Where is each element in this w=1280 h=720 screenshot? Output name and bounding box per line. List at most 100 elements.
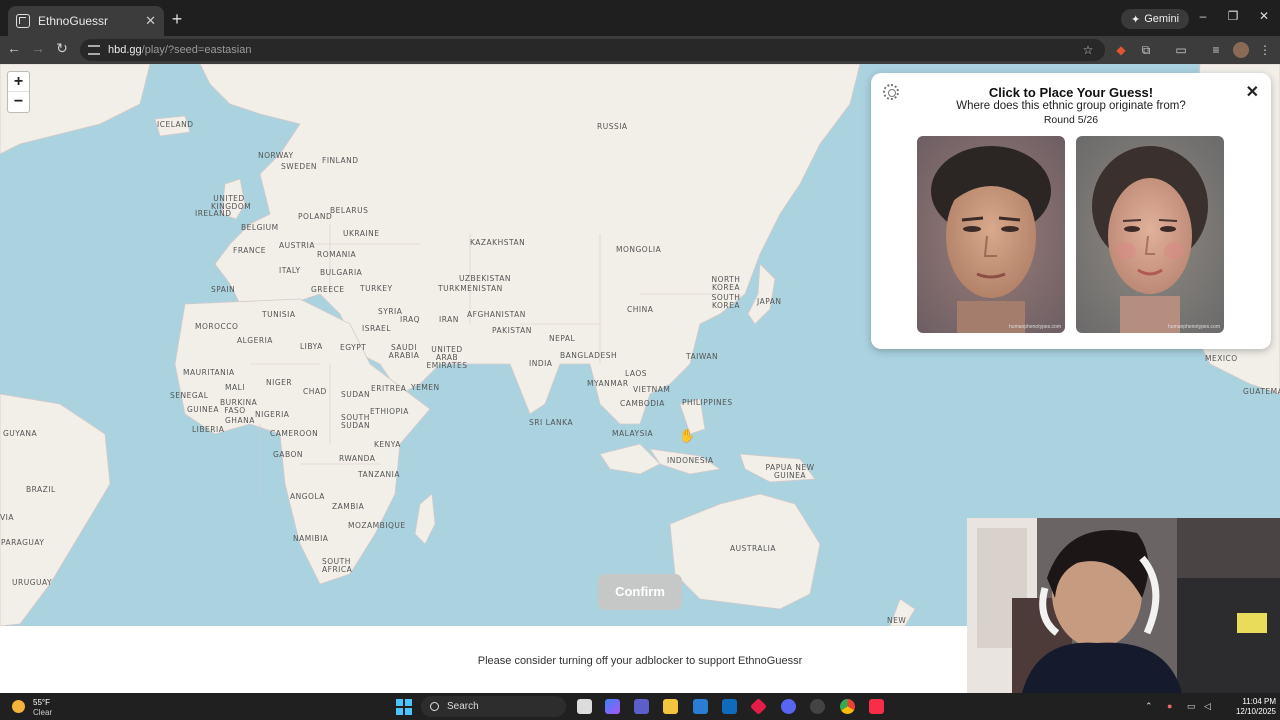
map-label: SPAIN xyxy=(211,285,236,294)
url-path: /play/?seed=eastasian xyxy=(141,44,252,56)
chrome-icon[interactable] xyxy=(840,699,855,714)
red-app-icon[interactable] xyxy=(750,698,767,715)
sparkle-icon: ✦ xyxy=(1131,13,1141,26)
map-label: SOUTH KOREA xyxy=(711,293,741,310)
map-label: YEMEN xyxy=(411,383,440,392)
map-label: TUNISIA xyxy=(262,310,296,319)
map-label: GREECE xyxy=(311,285,345,294)
map-label: ALGERIA xyxy=(237,336,273,345)
face-credit: humanphenotypes.com xyxy=(1168,324,1220,330)
restore-button[interactable]: ❐ xyxy=(1223,9,1243,23)
bookmark-star-icon[interactable]: ☆ xyxy=(1080,42,1096,58)
map-label: ZAMBIA xyxy=(332,502,365,511)
map-label: AUSTRIA xyxy=(279,241,316,250)
map-label: MAURITANIA xyxy=(183,368,235,377)
map-label: UNITED ARAB EMIRATES xyxy=(426,345,468,370)
site-favicon-icon xyxy=(16,14,30,28)
map-label: KENYA xyxy=(374,440,401,449)
map-label: KAZAKHSTAN xyxy=(470,238,526,247)
taskbar-search[interactable]: Search xyxy=(421,696,566,717)
clock-date: 12/10/2025 xyxy=(1235,707,1276,716)
address-bar[interactable]: hbd.gg /play/?seed=eastasian xyxy=(80,39,1105,61)
minimize-button[interactable]: – xyxy=(1193,9,1213,23)
weather-sun-icon xyxy=(12,700,25,713)
map-label: INDIA xyxy=(529,359,553,368)
map-label: BRAZIL xyxy=(26,485,56,494)
clock-time: 11:04 PM xyxy=(1242,697,1276,706)
map-label: SWEDEN xyxy=(281,162,318,171)
map-label: SRI LANKA xyxy=(529,418,574,427)
task-view-icon[interactable] xyxy=(577,699,592,714)
gemini-button[interactable]: ✦ Gemini xyxy=(1121,9,1190,29)
map-label: ROMANIA xyxy=(317,250,357,259)
window-close-button[interactable]: ✕ xyxy=(1254,9,1274,23)
map-label: NORTH KOREA xyxy=(711,275,741,292)
new-tab-button[interactable]: + xyxy=(168,9,186,30)
map-label: MOROCCO xyxy=(195,322,239,331)
male-face-image: humanphenotypes.com xyxy=(917,136,1065,333)
media-control-icon[interactable]: ≡ xyxy=(1208,42,1224,58)
map-label: PARAGUAY xyxy=(1,538,45,547)
map-label: LIBYA xyxy=(300,342,323,351)
confirm-button[interactable]: Confirm xyxy=(598,574,682,610)
map-label: MOZAMBIQUE xyxy=(348,521,406,530)
forward-arrow-icon[interactable]: → xyxy=(29,40,47,56)
map-label: UZBEKISTAN xyxy=(459,274,512,283)
map-label: LAOS xyxy=(625,369,648,378)
teams-icon[interactable] xyxy=(634,699,649,714)
map-label: BELGIUM xyxy=(241,223,279,232)
gemini-label: Gemini xyxy=(1144,13,1180,25)
map-label: IRAN xyxy=(439,315,459,324)
windows-taskbar: 55°F Clear Search ⌃ ● ▭ ◁ 11:04 PM 12/10… xyxy=(0,693,1280,720)
discord-icon[interactable] xyxy=(781,699,796,714)
map-label: CAMEROON xyxy=(270,429,319,438)
tab-title: EthnoGuessr xyxy=(38,14,109,28)
map-label: SOUTH AFRICA xyxy=(322,557,353,574)
map-label: AFGHANISTAN xyxy=(467,310,526,319)
map-label: INDONESIA xyxy=(667,456,714,465)
map-label: TURKEY xyxy=(360,284,393,293)
copilot-icon[interactable] xyxy=(605,699,620,714)
map-label: FINLAND xyxy=(322,156,359,165)
map-label: RWANDA xyxy=(339,454,376,463)
steam-icon[interactable] xyxy=(810,699,825,714)
map-label: MALAYSIA xyxy=(612,429,654,438)
store-icon[interactable] xyxy=(693,699,708,714)
cast-icon[interactable]: ▭ xyxy=(1173,42,1189,58)
search-icon xyxy=(430,702,439,711)
extension-fox-icon[interactable]: ◆ xyxy=(1113,42,1129,58)
map-label: JAPAN xyxy=(757,297,782,306)
music-icon[interactable] xyxy=(869,699,884,714)
zoom-out-button[interactable]: − xyxy=(8,92,29,112)
menu-kebab-icon[interactable]: ⋮ xyxy=(1257,42,1273,58)
tray-chevron-icon[interactable]: ⌃ xyxy=(1145,701,1153,712)
map-label: NIGER xyxy=(266,378,293,387)
map-label: BELARUS xyxy=(330,206,369,215)
network-icon[interactable]: ▭ xyxy=(1187,701,1196,712)
reload-icon[interactable]: ↻ xyxy=(53,40,71,57)
map-label: SENEGAL xyxy=(170,391,209,400)
map-label: VIETNAM xyxy=(633,385,671,394)
extensions-puzzle-icon[interactable]: ⧉ xyxy=(1138,42,1154,58)
map-label: SOUTH SUDAN xyxy=(341,413,371,430)
map-label: SYRIA xyxy=(378,307,403,316)
tab-close-icon[interactable]: ✕ xyxy=(145,13,156,29)
map-label: NIGERIA xyxy=(255,410,290,419)
map-label: BURKINA FASO xyxy=(220,398,258,415)
panel-title: Click to Place Your Guess! xyxy=(988,85,1154,100)
browser-tab[interactable]: EthnoGuessr ✕ xyxy=(8,6,164,36)
outlook-icon[interactable] xyxy=(722,699,737,714)
zoom-in-button[interactable]: + xyxy=(8,72,29,92)
taskbar-search-label: Search xyxy=(447,701,479,712)
system-clock[interactable]: 11:04 PM 12/10/2025 xyxy=(1196,697,1276,717)
map-label: MYANMAR xyxy=(587,379,629,388)
map-label: ANGOLA xyxy=(290,492,325,501)
file-explorer-icon[interactable] xyxy=(663,699,678,714)
windows-start-icon[interactable] xyxy=(396,699,412,715)
weather-temp: 55°F xyxy=(33,698,50,707)
map-label: GUATEMAL xyxy=(1243,387,1280,396)
microphone-icon[interactable]: ● xyxy=(1167,701,1172,711)
site-info-icon[interactable] xyxy=(88,45,100,55)
back-arrow-icon[interactable]: ← xyxy=(5,40,23,56)
profile-avatar[interactable] xyxy=(1233,42,1249,58)
